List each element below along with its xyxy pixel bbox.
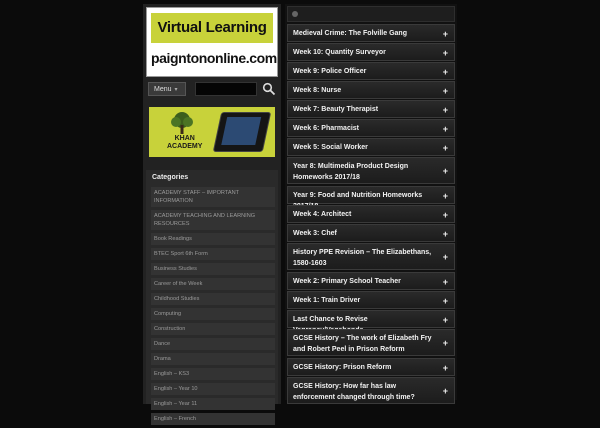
khan-line2: ACADEMY (167, 143, 203, 150)
accordion-item[interactable]: Last Chance to Revise Vagrancy/Vagabonds… (287, 310, 455, 334)
sidebar: Virtual Learning paigntononline.com Menu… (143, 4, 281, 425)
accordion-item[interactable]: GCSE History – The work of Elizabeth Fry… (287, 329, 455, 356)
plus-icon[interactable]: + (443, 338, 448, 348)
plus-icon[interactable]: + (443, 29, 448, 39)
accordion-item[interactable]: Week 8: Nurse + (287, 81, 455, 99)
logo-title: Virtual Learning (151, 13, 273, 43)
plus-icon[interactable]: + (443, 124, 448, 134)
category-link[interactable]: Childhood Studies (151, 293, 275, 305)
accordion-item[interactable]: Week 7: Beauty Therapist + (287, 100, 455, 118)
category-link[interactable]: ACADEMY TEACHING AND LEARNING RESOURCES (151, 210, 275, 230)
accordion-item[interactable]: Medieval Crime: The Folville Gang + (287, 24, 455, 42)
accordion-title: Week 8: Nurse (293, 87, 342, 94)
menu-button[interactable]: Menu ▾ (148, 82, 186, 96)
accordion-item[interactable]: Week 3: Chef + (287, 224, 455, 242)
menu-label: Menu (154, 86, 172, 93)
accordion-title: History PPE Revision – The Elizabethans,… (293, 249, 432, 267)
accordion-title: GCSE History: Prison Reform (293, 364, 392, 371)
accordion-item[interactable]: GCSE History: Prison Reform + (287, 358, 455, 376)
top-bar (287, 6, 455, 22)
search-input[interactable] (195, 82, 257, 96)
plus-icon[interactable]: + (443, 315, 448, 325)
plus-icon[interactable]: + (443, 86, 448, 96)
accordion-title: Week 1: Train Driver (293, 297, 361, 304)
accordion-item[interactable]: Week 2: Primary School Teacher + (287, 272, 455, 290)
accordion-item[interactable]: Year 9: Food and Nutrition Homeworks 201… (287, 186, 455, 210)
chevron-down-icon: ▾ (174, 87, 178, 93)
logo-url: paigntononline.com (151, 50, 277, 66)
accordion-item[interactable]: Year 8: Multimedia Product Design Homewo… (287, 157, 455, 184)
accordion-title: Week 4: Architect (293, 211, 352, 218)
dot-icon (292, 11, 298, 17)
accordion-title: Week 9: Police Officer (293, 68, 367, 75)
category-link[interactable]: Drama (151, 353, 275, 365)
accordion-title: Week 5: Social Worker (293, 144, 368, 151)
category-link[interactable]: English – French (151, 413, 275, 425)
accordion-title: Week 6: Pharmacist (293, 125, 360, 132)
category-link[interactable]: Career of the Week (151, 278, 275, 290)
main-content: Medieval Crime: The Folville Gang + Week 1… (285, 4, 457, 404)
search-icon[interactable] (262, 82, 276, 96)
accordion-title: Week 2: Primary School Teacher (293, 278, 401, 285)
accordion-item[interactable]: Week 5: Social Worker + (287, 138, 455, 156)
category-link[interactable]: English – Year 10 (151, 383, 275, 395)
category-link[interactable]: Construction (151, 323, 275, 335)
accordion-item[interactable]: Week 4: Architect + (287, 205, 455, 223)
accordion-item[interactable]: Week 1: Train Driver + (287, 291, 455, 309)
plus-icon[interactable]: + (443, 48, 448, 58)
plus-icon[interactable]: + (443, 277, 448, 287)
accordion-title: Year 8: Multimedia Product Design Homewo… (293, 163, 409, 181)
categories-list: ACADEMY STAFF – IMPORTANT INFORMATION AC… (151, 187, 275, 428)
accordion-item[interactable]: History PPE Revision – The Elizabethans,… (287, 243, 455, 270)
plus-icon[interactable]: + (443, 105, 448, 115)
tree-logo-icon (171, 112, 193, 134)
category-link[interactable]: English – KS3 (151, 368, 275, 380)
khan-line1: KHAN (174, 135, 195, 142)
category-link[interactable]: Book Readings (151, 233, 275, 245)
plus-icon[interactable]: + (443, 229, 448, 239)
plus-icon[interactable]: + (443, 67, 448, 77)
accordion-item[interactable]: Week 6: Pharmacist + (287, 119, 455, 137)
plus-icon[interactable]: + (443, 386, 448, 396)
plus-icon[interactable]: + (443, 143, 448, 153)
tablet-image (212, 112, 272, 152)
plus-icon[interactable]: + (443, 296, 448, 306)
categories-panel: Categories ACADEMY STAFF – IMPORTANT INF… (146, 170, 278, 425)
khan-academy-banner[interactable]: KHAN ACADEMY (149, 107, 275, 157)
site-logo[interactable]: Virtual Learning paigntononline.com (146, 7, 278, 77)
plus-icon[interactable]: + (443, 166, 448, 176)
accordion-item[interactable]: Week 10: Quantity Surveyor + (287, 43, 455, 61)
tablet-screen (221, 117, 262, 145)
accordion-title: GCSE History – The work of Elizabeth Fry… (293, 335, 432, 353)
menu-row: Menu ▾ (146, 82, 278, 98)
category-link[interactable]: Computing (151, 308, 275, 320)
plus-icon[interactable]: + (443, 363, 448, 373)
category-link[interactable]: BTEC Sport 6th Form (151, 248, 275, 260)
plus-icon[interactable]: + (443, 210, 448, 220)
khan-academy-label: KHAN ACADEMY (167, 135, 202, 151)
plus-icon[interactable]: + (443, 252, 448, 262)
accordion-title: Medieval Crime: The Folville Gang (293, 30, 407, 37)
accordion-item[interactable]: Week 9: Police Officer + (287, 62, 455, 80)
accordion-title: Week 7: Beauty Therapist (293, 106, 379, 113)
category-link[interactable]: Business Studies (151, 263, 275, 275)
accordion-title: Week 3: Chef (293, 230, 337, 237)
category-link[interactable]: Dance (151, 338, 275, 350)
accordion-title: Week 10: Quantity Surveyor (293, 49, 386, 56)
categories-title: Categories (152, 174, 189, 181)
plus-icon[interactable]: + (443, 191, 448, 201)
category-link[interactable]: ACADEMY STAFF – IMPORTANT INFORMATION (151, 187, 275, 207)
